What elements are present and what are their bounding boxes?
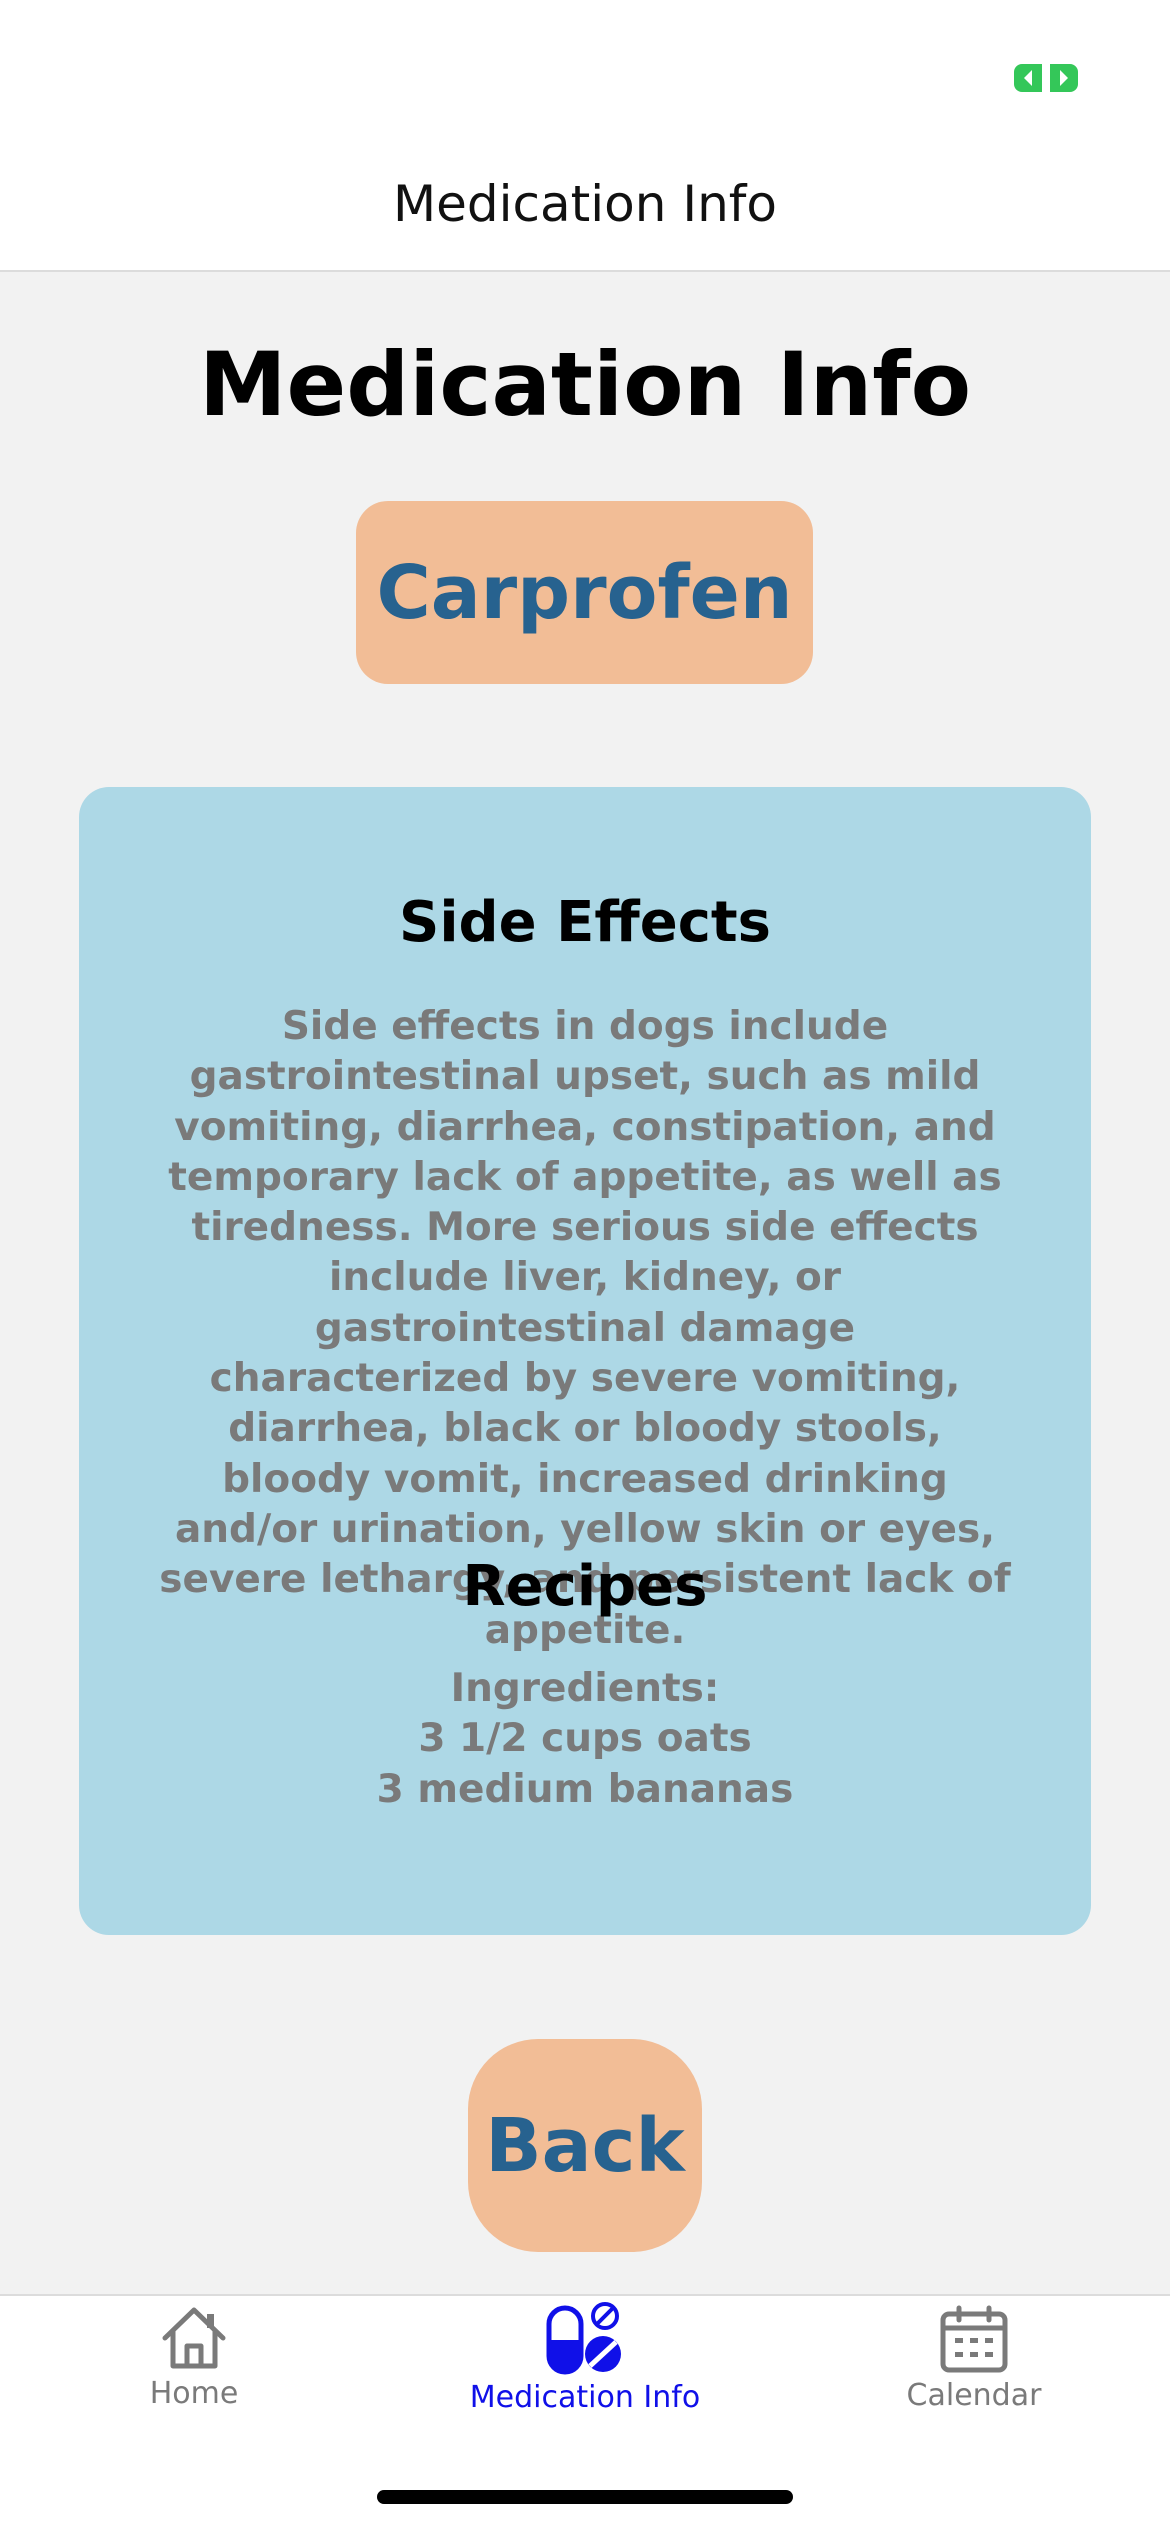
tab-medication-info-label: Medication Info bbox=[469, 2380, 701, 2415]
medication-info-card: Side Effects Side effects in dogs includ… bbox=[79, 787, 1091, 1935]
home-icon bbox=[162, 2307, 226, 2369]
page-title: Medication Info bbox=[198, 333, 972, 436]
tab-home[interactable]: Home bbox=[94, 2296, 294, 2444]
recipes-text: Ingredients: 3 1/2 cups oats 3 medium ba… bbox=[376, 1666, 794, 1812]
side-effects-heading: Side Effects bbox=[399, 890, 771, 955]
tab-calendar[interactable]: Calendar bbox=[874, 2296, 1074, 2444]
medication-name: Carprofen bbox=[376, 549, 793, 636]
back-button[interactable]: Back bbox=[468, 2039, 702, 2252]
navigation-header: Medication Info bbox=[0, 132, 1170, 272]
back-button-label: Back bbox=[485, 2102, 685, 2189]
calendar-icon bbox=[940, 2305, 1008, 2373]
recipes-heading: Recipes bbox=[462, 1554, 708, 1619]
tab-medication-info[interactable]: Medication Info bbox=[435, 2296, 735, 2440]
home-indicator[interactable] bbox=[377, 2490, 793, 2504]
tab-calendar-label: Calendar bbox=[906, 2378, 1042, 2413]
medication-name-badge: Carprofen bbox=[356, 501, 813, 684]
pills-icon bbox=[546, 2302, 621, 2375]
tab-home-label: Home bbox=[149, 2376, 239, 2411]
battery-indicator-icon bbox=[1014, 64, 1078, 92]
status-bar bbox=[0, 0, 1170, 132]
nav-title: Medication Info bbox=[393, 175, 777, 233]
